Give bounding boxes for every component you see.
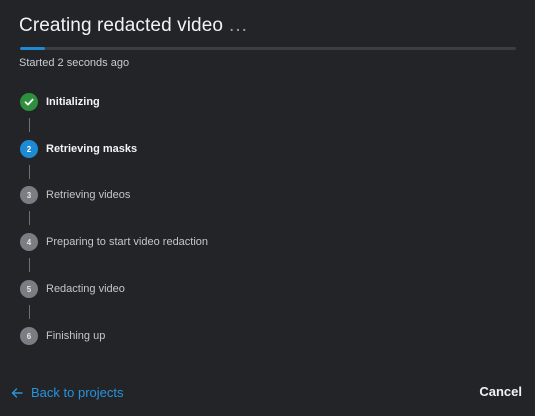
back-to-projects-link[interactable]: Back to projects [11,385,124,400]
step-number-badge: 2 [20,140,38,158]
step-label: Preparing to start video redaction [46,236,209,248]
step-number-badge: 6 [20,327,38,345]
step-label: Finishing up [46,330,106,342]
step-status-circle [20,93,38,111]
step-item-finishing-up: 6 Finishing up [20,326,105,346]
loading-ellipsis: ... [229,15,248,36]
progress-bar-fill [20,47,45,50]
step-item-retrieving-masks: 2 Retrieving masks [20,139,137,159]
cancel-button[interactable]: Cancel [479,384,522,399]
step-item-redacting-video: 5 Redacting video [20,279,125,299]
step-item-retrieving-videos: 3 Retrieving videos [20,185,130,205]
step-item-preparing-redaction: 4 Preparing to start video redaction [20,232,208,252]
step-number-badge: 5 [20,280,38,298]
back-to-projects-label: Back to projects [31,385,124,400]
check-icon [24,98,34,106]
step-item-initializing: Initializing [20,92,100,112]
step-label: Retrieving videos [46,189,131,201]
step-connector [29,258,30,272]
arrow-left-icon [11,387,23,398]
step-label: Retrieving masks [46,143,138,155]
step-number-badge: 4 [20,233,38,251]
dialog-title: Creating redacted video... [19,15,248,37]
started-time-text: Started 2 seconds ago [19,57,130,69]
progress-bar [20,47,516,50]
step-connector [29,165,30,179]
step-connector [29,211,30,225]
redaction-progress-dialog: Creating redacted video... Started 2 sec… [0,0,535,416]
step-connector [29,118,30,132]
step-connector [29,305,30,319]
dialog-title-text: Creating redacted video [19,15,224,36]
step-label: Redacting video [46,283,125,295]
step-number-badge: 3 [20,186,38,204]
step-label: Initializing [46,96,100,108]
